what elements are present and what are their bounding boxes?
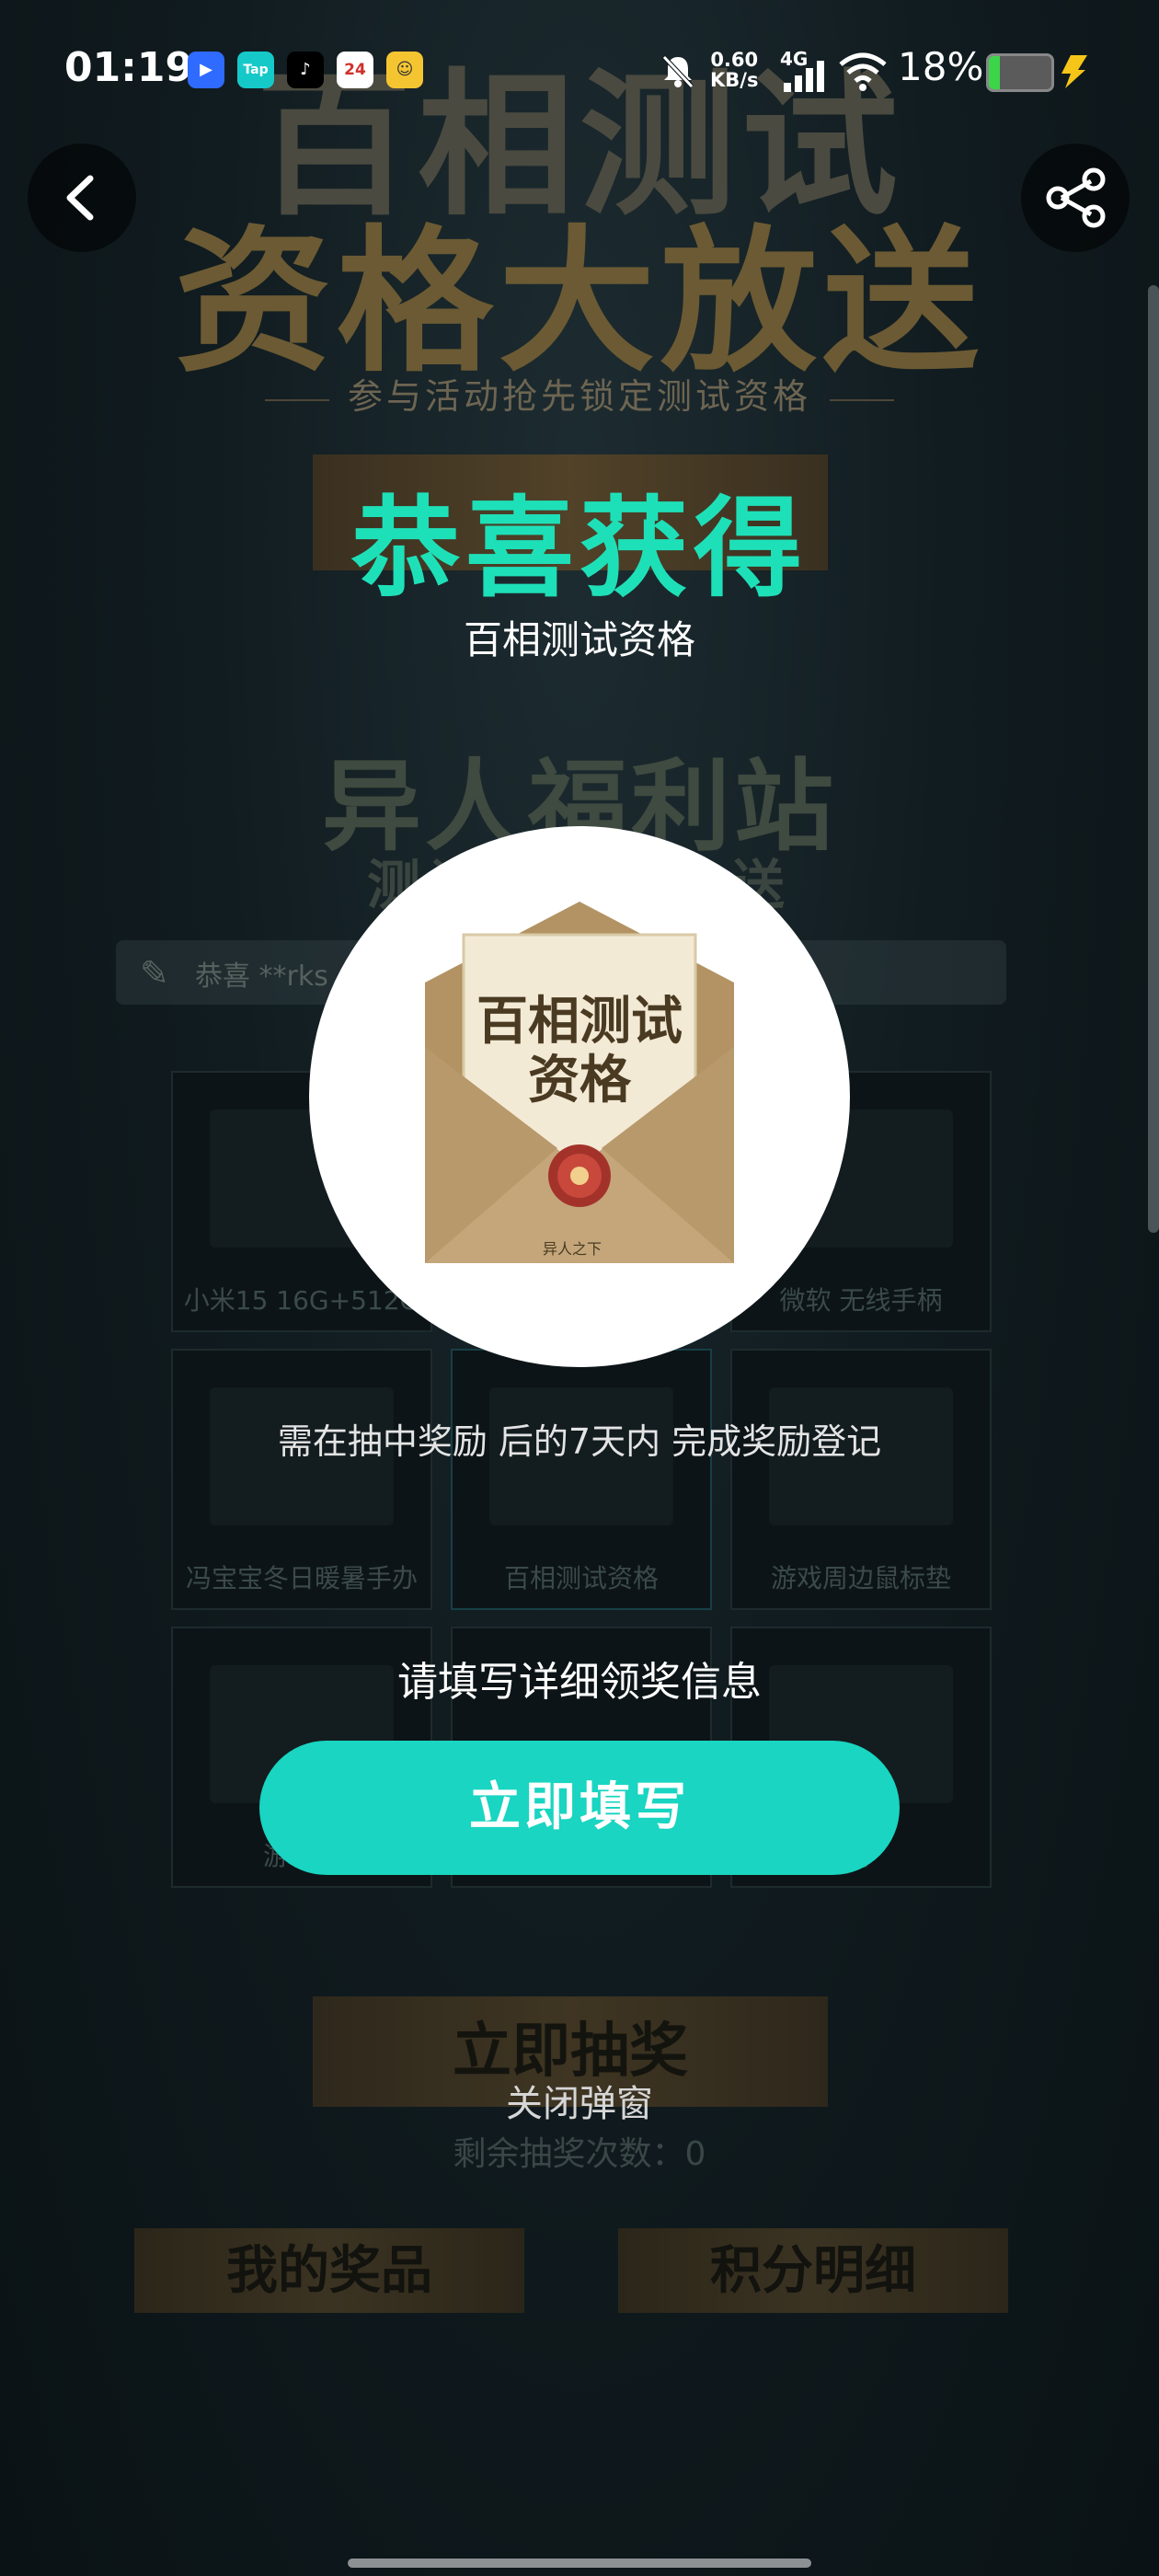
bilibili-comic-icon: ☺ (386, 52, 423, 88)
battery-percent: 18% (898, 44, 984, 89)
prize-cell: 游戏周边鼠标垫 (730, 1349, 992, 1610)
wifi-icon (839, 52, 887, 91)
envelope-title: 百相测试 资格 (476, 991, 683, 1110)
home-indicator[interactable] (348, 2559, 811, 2568)
megaphone-icon: ✎ (140, 953, 169, 994)
remaining-draws: 剩余抽奖次数：0 (453, 2135, 706, 2173)
envelope-footer: 异人之下 (543, 1240, 602, 1258)
battery-icon (986, 53, 1054, 92)
share-icon (1046, 167, 1106, 228)
prize-cell: 冯宝宝冬日暖暑手办 (171, 1349, 432, 1610)
prize-label: 百相测试资格 (503, 1563, 659, 1593)
net-speed: 0.60 KB/s (710, 49, 759, 91)
signal-icon (784, 61, 824, 92)
prize-image-circle: 百相测试 资格 异人之下 (309, 826, 850, 1367)
fill-now-button[interactable]: 立即填写 (259, 1741, 900, 1875)
page-root: 百相测试 资格大放送 参与活动抢先锁定测试资格 异人福利站 测试资格大放送 ✎ … (0, 0, 1159, 2576)
clock: 01:19 (64, 44, 194, 91)
claim-notice: 需在抽中奖励 后的7天内 完成奖励登记 (277, 1421, 882, 1462)
points-detail-button: 积分明细 (618, 2228, 1008, 2313)
prize-label: 冯宝宝冬日暖暑手办 (185, 1563, 418, 1593)
popup-title: 恭喜获得 (350, 485, 808, 612)
back-button[interactable] (28, 144, 136, 252)
taptap-icon: Tap (237, 52, 274, 88)
charging-icon (1061, 55, 1087, 88)
prize-cell-selected: 百相测试资格 (451, 1349, 712, 1610)
status-bar: 01:19 ▶ Tap ♪ 24 ☺ 0.60 KB/s 4G 18% (0, 0, 1159, 138)
share-button[interactable] (1021, 144, 1130, 252)
prize-label: 游戏周边鼠标垫 (770, 1563, 951, 1593)
prize-name: 百相测试资格 (463, 617, 695, 662)
ticker-text: 恭喜 **rks (195, 960, 328, 993)
video-app-icon: ▶ (188, 52, 224, 88)
close-popup-button[interactable]: 关闭弹窗 (0, 2074, 1159, 2127)
fill-prompt: 请填写详细领奖信息 (397, 1659, 762, 1706)
calendar-24-icon: 24 (337, 52, 373, 88)
hero-subtitle: 参与活动抢先锁定测试资格 (0, 368, 1159, 419)
chevron-left-icon (66, 175, 94, 221)
tiktok-icon: ♪ (287, 52, 324, 88)
scrollbar[interactable] (1148, 285, 1159, 1233)
my-prizes-button: 我的奖品 (134, 2228, 524, 2313)
mute-bell-icon (662, 55, 694, 88)
